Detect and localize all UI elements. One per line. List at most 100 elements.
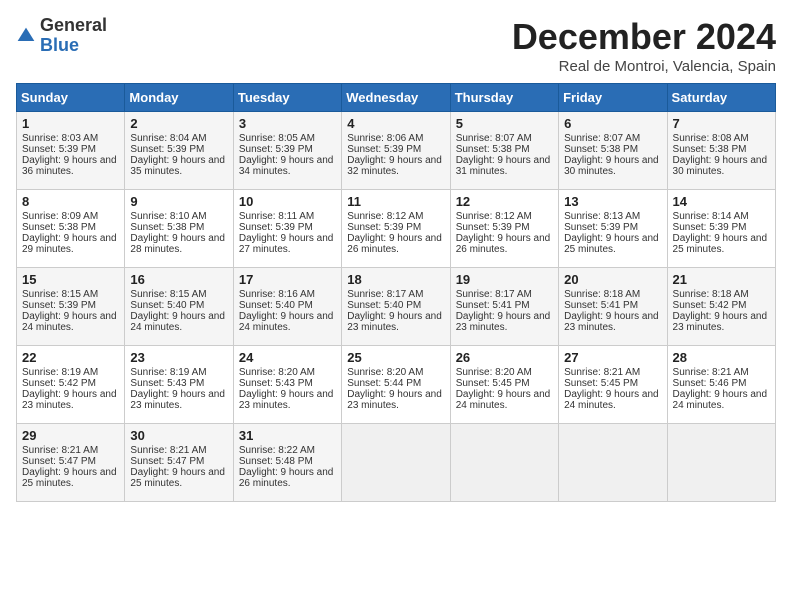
sunset-text: Sunset: 5:39 PM xyxy=(456,222,530,233)
day-number: 7 xyxy=(673,116,770,131)
day-cell: 21Sunrise: 8:18 AMSunset: 5:42 PMDayligh… xyxy=(667,268,775,346)
day-number: 26 xyxy=(456,350,553,365)
sunset-text: Sunset: 5:47 PM xyxy=(130,456,204,467)
daylight-text: Daylight: 9 hours and 24 minutes. xyxy=(456,389,551,411)
sunrise-text: Sunrise: 8:20 AM xyxy=(456,367,532,378)
sunrise-text: Sunrise: 8:17 AM xyxy=(347,289,423,300)
daylight-text: Daylight: 9 hours and 23 minutes. xyxy=(239,389,334,411)
daylight-text: Daylight: 9 hours and 25 minutes. xyxy=(564,233,659,255)
day-number: 15 xyxy=(22,272,119,287)
week-row-2: 8Sunrise: 8:09 AMSunset: 5:38 PMDaylight… xyxy=(17,190,776,268)
day-number: 23 xyxy=(130,350,227,365)
day-number: 30 xyxy=(130,428,227,443)
sunrise-text: Sunrise: 8:07 AM xyxy=(564,133,640,144)
day-number: 19 xyxy=(456,272,553,287)
daylight-text: Daylight: 9 hours and 23 minutes. xyxy=(673,311,768,333)
logo-text: General Blue xyxy=(40,16,107,56)
day-cell: 30Sunrise: 8:21 AMSunset: 5:47 PMDayligh… xyxy=(125,424,233,502)
sunset-text: Sunset: 5:40 PM xyxy=(347,300,421,311)
day-number: 2 xyxy=(130,116,227,131)
daylight-text: Daylight: 9 hours and 26 minutes. xyxy=(347,233,442,255)
day-cell: 11Sunrise: 8:12 AMSunset: 5:39 PMDayligh… xyxy=(342,190,450,268)
calendar-header: SundayMondayTuesdayWednesdayThursdayFrid… xyxy=(17,84,776,112)
header-cell-wednesday: Wednesday xyxy=(342,84,450,112)
sunset-text: Sunset: 5:38 PM xyxy=(564,144,638,155)
day-number: 28 xyxy=(673,350,770,365)
sunrise-text: Sunrise: 8:21 AM xyxy=(673,367,749,378)
day-cell: 7Sunrise: 8:08 AMSunset: 5:38 PMDaylight… xyxy=(667,112,775,190)
sunset-text: Sunset: 5:45 PM xyxy=(564,378,638,389)
day-cell: 29Sunrise: 8:21 AMSunset: 5:47 PMDayligh… xyxy=(17,424,125,502)
day-number: 24 xyxy=(239,350,336,365)
sunrise-text: Sunrise: 8:13 AM xyxy=(564,211,640,222)
day-number: 16 xyxy=(130,272,227,287)
day-number: 22 xyxy=(22,350,119,365)
sunset-text: Sunset: 5:39 PM xyxy=(239,222,313,233)
sunset-text: Sunset: 5:39 PM xyxy=(564,222,638,233)
daylight-text: Daylight: 9 hours and 35 minutes. xyxy=(130,155,225,177)
sunset-text: Sunset: 5:39 PM xyxy=(347,222,421,233)
day-cell xyxy=(342,424,450,502)
day-number: 9 xyxy=(130,194,227,209)
day-number: 1 xyxy=(22,116,119,131)
title-area: December 2024 Real de Montroi, Valencia,… xyxy=(512,16,776,75)
sunrise-text: Sunrise: 8:07 AM xyxy=(456,133,532,144)
sunset-text: Sunset: 5:39 PM xyxy=(239,144,313,155)
header: General Blue December 2024 Real de Montr… xyxy=(16,16,776,75)
day-cell: 10Sunrise: 8:11 AMSunset: 5:39 PMDayligh… xyxy=(233,190,341,268)
day-cell xyxy=(667,424,775,502)
day-cell: 22Sunrise: 8:19 AMSunset: 5:42 PMDayligh… xyxy=(17,346,125,424)
month-title: December 2024 xyxy=(512,16,776,58)
sunset-text: Sunset: 5:39 PM xyxy=(130,144,204,155)
sunset-text: Sunset: 5:39 PM xyxy=(22,300,96,311)
day-number: 18 xyxy=(347,272,444,287)
header-cell-saturday: Saturday xyxy=(667,84,775,112)
header-cell-thursday: Thursday xyxy=(450,84,558,112)
sunset-text: Sunset: 5:39 PM xyxy=(673,222,747,233)
sunset-text: Sunset: 5:39 PM xyxy=(22,144,96,155)
daylight-text: Daylight: 9 hours and 27 minutes. xyxy=(239,233,334,255)
day-number: 21 xyxy=(673,272,770,287)
sunrise-text: Sunrise: 8:08 AM xyxy=(673,133,749,144)
daylight-text: Daylight: 9 hours and 29 minutes. xyxy=(22,233,117,255)
sunset-text: Sunset: 5:38 PM xyxy=(130,222,204,233)
header-row: SundayMondayTuesdayWednesdayThursdayFrid… xyxy=(17,84,776,112)
sunrise-text: Sunrise: 8:15 AM xyxy=(130,289,206,300)
sunset-text: Sunset: 5:45 PM xyxy=(456,378,530,389)
sunrise-text: Sunrise: 8:17 AM xyxy=(456,289,532,300)
sunset-text: Sunset: 5:46 PM xyxy=(673,378,747,389)
day-cell: 18 Sunrise: 8:17 AMSunset: 5:40 PMDayligh… xyxy=(342,268,450,346)
day-number: 17 xyxy=(239,272,336,287)
day-cell: 14Sunrise: 8:14 AMSunset: 5:39 PMDayligh… xyxy=(667,190,775,268)
daylight-text: Daylight: 9 hours and 28 minutes. xyxy=(130,233,225,255)
logo-general-text: General xyxy=(40,15,107,35)
week-row-1: 1Sunrise: 8:03 AMSunset: 5:39 PMDaylight… xyxy=(17,112,776,190)
header-cell-friday: Friday xyxy=(559,84,667,112)
location: Real de Montroi, Valencia, Spain xyxy=(512,58,776,75)
sunrise-text: Sunrise: 8:09 AM xyxy=(22,211,98,222)
daylight-text: Daylight: 9 hours and 23 minutes. xyxy=(347,311,442,333)
week-row-4: 22Sunrise: 8:19 AMSunset: 5:42 PMDayligh… xyxy=(17,346,776,424)
day-cell: 4Sunrise: 8:06 AMSunset: 5:39 PMDaylight… xyxy=(342,112,450,190)
day-cell: 31Sunrise: 8:22 AMSunset: 5:48 PMDayligh… xyxy=(233,424,341,502)
sunset-text: Sunset: 5:40 PM xyxy=(130,300,204,311)
sunset-text: Sunset: 5:43 PM xyxy=(239,378,313,389)
day-number: 10 xyxy=(239,194,336,209)
sunset-text: Sunset: 5:41 PM xyxy=(456,300,530,311)
header-cell-sunday: Sunday xyxy=(17,84,125,112)
day-cell: 12Sunrise: 8:12 AMSunset: 5:39 PMDayligh… xyxy=(450,190,558,268)
calendar-body: 1Sunrise: 8:03 AMSunset: 5:39 PMDaylight… xyxy=(17,112,776,502)
day-cell xyxy=(559,424,667,502)
day-number: 31 xyxy=(239,428,336,443)
day-cell: 2Sunrise: 8:04 AMSunset: 5:39 PMDaylight… xyxy=(125,112,233,190)
day-cell: 16Sunrise: 8:15 AMSunset: 5:40 PMDayligh… xyxy=(125,268,233,346)
day-cell: 26 Sunrise: 8:20 AMSunset: 5:45 PMDayligh… xyxy=(450,346,558,424)
sunrise-text: Sunrise: 8:06 AM xyxy=(347,133,423,144)
daylight-text: Daylight: 9 hours and 23 minutes. xyxy=(564,311,659,333)
daylight-text: Daylight: 9 hours and 24 minutes. xyxy=(239,311,334,333)
day-cell: 13Sunrise: 8:13 AMSunset: 5:39 PMDayligh… xyxy=(559,190,667,268)
day-cell: 19Sunrise: 8:17 AMSunset: 5:41 PMDayligh… xyxy=(450,268,558,346)
day-number: 11 xyxy=(347,194,444,209)
day-cell: 1Sunrise: 8:03 AMSunset: 5:39 PMDaylight… xyxy=(17,112,125,190)
day-cell: 25Sunrise: 8:20 AMSunset: 5:44 PMDayligh… xyxy=(342,346,450,424)
